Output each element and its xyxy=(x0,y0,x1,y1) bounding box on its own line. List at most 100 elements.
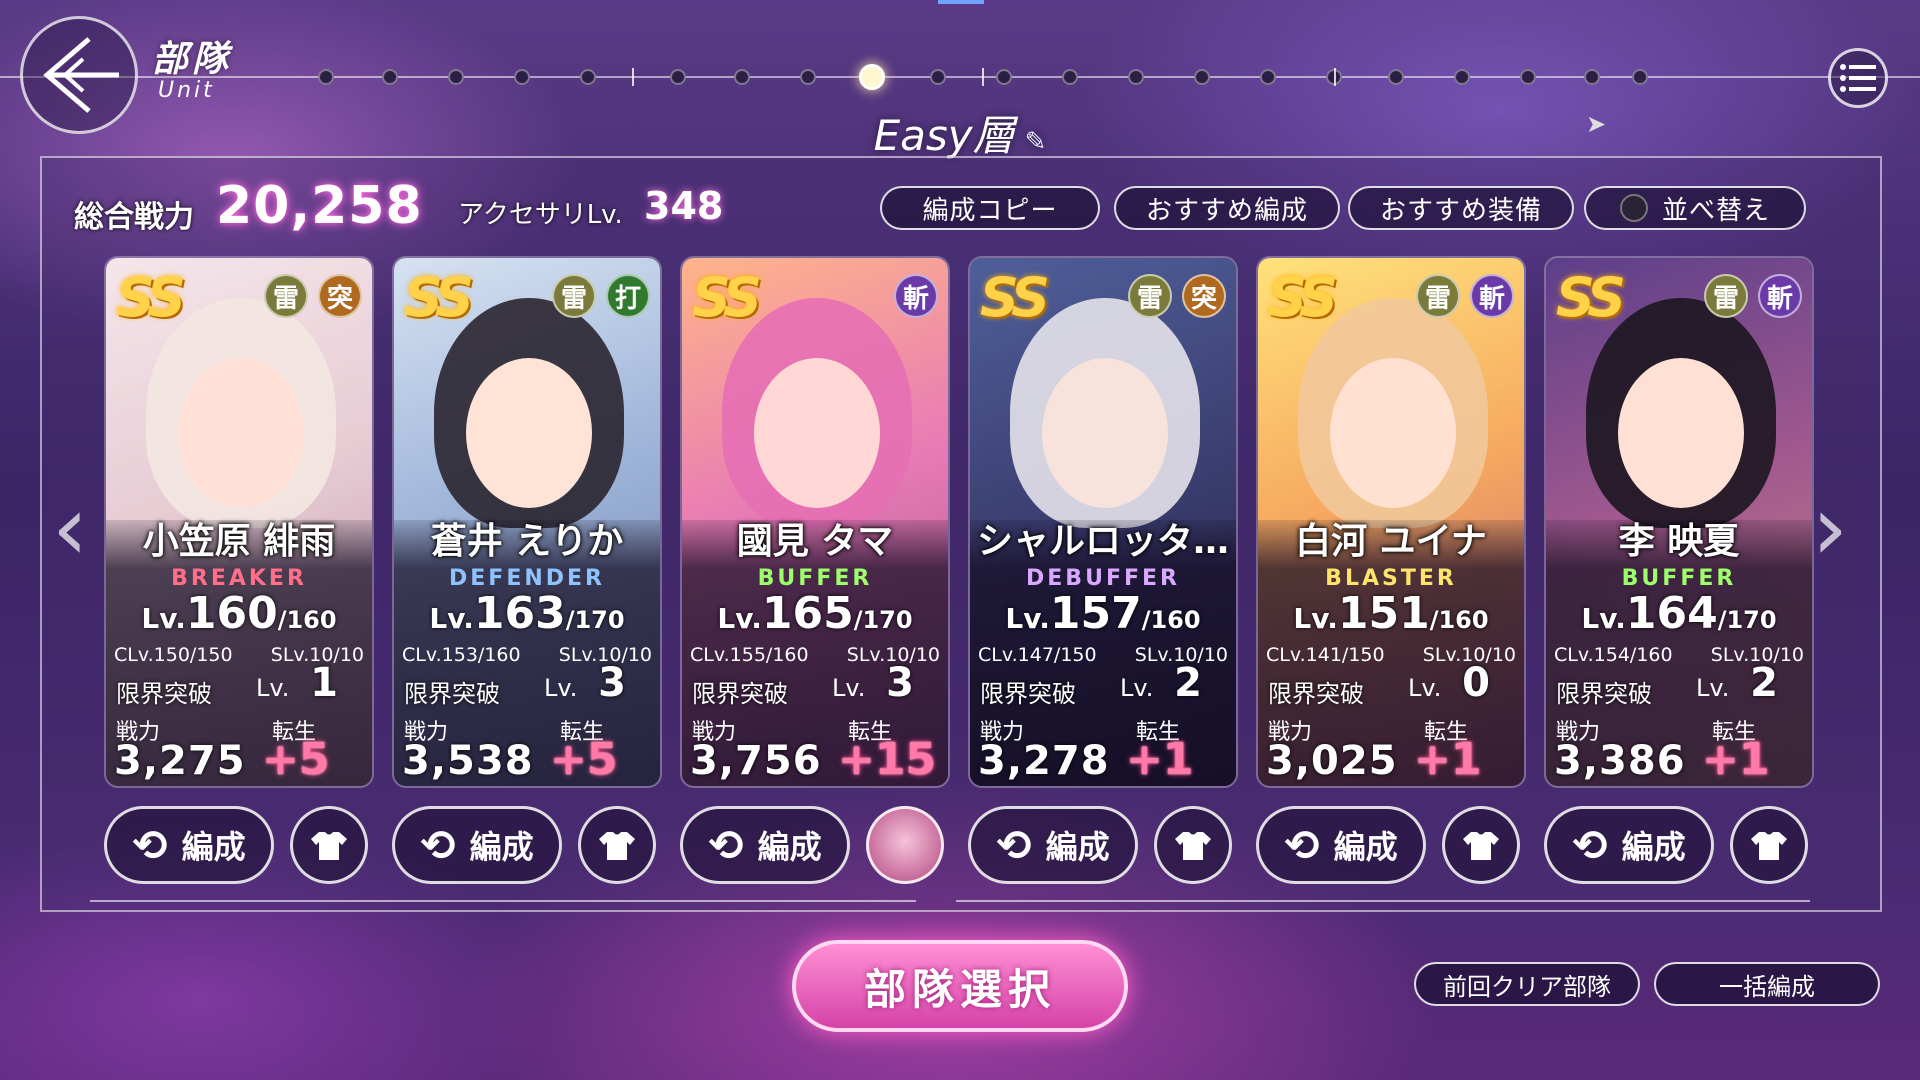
attribute-tag: 斬 xyxy=(1470,274,1514,318)
unit-name: シャルロッタ… xyxy=(976,521,1229,562)
copy-team-button[interactable]: 編成コピー xyxy=(880,186,1100,230)
edit-unit-button[interactable]: ⟲ 編成 xyxy=(392,806,562,884)
limit-break-label: 限界突破 xyxy=(1268,680,1364,708)
costume-button[interactable] xyxy=(1154,806,1232,884)
costume-button[interactable] xyxy=(578,806,656,884)
unit-level: Lv.165/170 xyxy=(682,588,948,639)
unit-card[interactable]: SS 斬 國見 タマ BUFFER Lv.165/170 CLv.155/160… xyxy=(680,256,950,788)
last-clear-team-button[interactable]: 前回クリア部隊 xyxy=(1414,962,1640,1006)
edit-unit-button[interactable]: ⟲ 編成 xyxy=(968,806,1138,884)
rank-ss-badge: SS xyxy=(980,266,1050,329)
sort-toggle-switch[interactable] xyxy=(1619,194,1648,222)
stage-dot[interactable] xyxy=(1632,69,1648,85)
recommended-equip-button[interactable]: おすすめ装備 xyxy=(1348,186,1574,230)
costume-button[interactable] xyxy=(290,806,368,884)
level-prefix: Lv. xyxy=(1581,602,1626,635)
edit-unit-label: 編成 xyxy=(1045,828,1110,866)
unit-power: 3,538 xyxy=(402,738,534,784)
stage-label[interactable]: Easy層 ✎ xyxy=(0,102,1920,163)
stage-dot[interactable] xyxy=(734,69,750,85)
select-team-button[interactable]: 部隊選択 xyxy=(792,940,1128,1032)
unit-card[interactable]: SS 雷斬 白河 ユイナ BLASTER Lv.151/160 CLv.141/… xyxy=(1256,256,1526,788)
unit-level: Lv.160/160 xyxy=(106,588,372,639)
limit-break-value: 2 xyxy=(1750,660,1778,706)
recommended-team-button[interactable]: おすすめ編成 xyxy=(1114,186,1340,230)
stage-dot[interactable] xyxy=(1388,69,1404,85)
attribute-tag: 斬 xyxy=(894,274,938,318)
shirt-icon xyxy=(1463,832,1499,860)
attribute-tag: 雷 xyxy=(264,274,308,318)
edit-unit-button[interactable]: ⟲ 編成 xyxy=(680,806,850,884)
stage-dot[interactable] xyxy=(930,69,946,85)
swap-icon: ⟲ xyxy=(996,820,1032,870)
equipped-costume-button[interactable] xyxy=(866,806,944,884)
stage-dot[interactable] xyxy=(580,69,596,85)
limit-break-lv-prefix: Lv. xyxy=(832,674,866,702)
unit-power: 3,386 xyxy=(1554,738,1686,784)
copy-team-label: 編成コピー xyxy=(922,195,1058,226)
unit-rebirth: +1 xyxy=(1414,734,1482,785)
edit-unit-button[interactable]: ⟲ 編成 xyxy=(104,806,274,884)
page-subtitle: Unit xyxy=(158,78,215,103)
stage-dot[interactable] xyxy=(1194,69,1210,85)
level-max: /160 xyxy=(1141,606,1201,634)
level-max: /170 xyxy=(565,606,625,634)
edit-unit-button[interactable]: ⟲ 編成 xyxy=(1256,806,1426,884)
prev-arrow-icon[interactable]: ‹ xyxy=(52,476,88,581)
stage-dot[interactable] xyxy=(318,69,334,85)
level-prefix: Lv. xyxy=(717,602,762,635)
sort-toggle-button[interactable]: 並べ替え xyxy=(1584,186,1806,230)
unit-name: 白河 ユイナ xyxy=(1295,521,1487,562)
stage-dot-current[interactable] xyxy=(859,64,885,90)
costume-button[interactable] xyxy=(1730,806,1808,884)
stage-divider-tick xyxy=(632,68,634,86)
rank-ss-badge: SS xyxy=(1268,266,1338,329)
attribute-tag: 突 xyxy=(1182,274,1226,318)
stage-dot[interactable] xyxy=(382,69,398,85)
costume-button[interactable] xyxy=(1442,806,1520,884)
stage-dot[interactable] xyxy=(1520,69,1536,85)
total-power-label: 総合戦力 xyxy=(74,200,194,235)
stage-dot[interactable] xyxy=(1128,69,1144,85)
last-clear-team-label: 前回クリア部隊 xyxy=(1443,972,1611,1001)
stage-dot[interactable] xyxy=(670,69,686,85)
class-level: CLv.150/150 xyxy=(114,644,233,666)
stage-dot[interactable] xyxy=(448,69,464,85)
attribute-tag: 突 xyxy=(318,274,362,318)
unit-rebirth: +5 xyxy=(262,734,330,785)
level-value: 165 xyxy=(761,588,854,639)
list-menu-icon xyxy=(1840,64,1876,92)
stage-dot[interactable] xyxy=(1260,69,1276,85)
unit-level: Lv.151/160 xyxy=(1258,588,1524,639)
unit-rebirth: +15 xyxy=(838,734,937,785)
level-prefix: Lv. xyxy=(1293,602,1338,635)
unit-level: Lv.164/170 xyxy=(1546,588,1812,639)
unit-card[interactable]: SS 雷突 シャルロッタ… DEBUFFER Lv.157/160 CLv.14… xyxy=(968,256,1238,788)
rank-ss-badge: SS xyxy=(1556,266,1626,329)
unit-card[interactable]: SS 雷打 蒼井 えりか DEFENDER Lv.163/170 CLv.153… xyxy=(392,256,662,788)
menu-button[interactable] xyxy=(1828,48,1888,108)
stage-dot[interactable] xyxy=(996,69,1012,85)
level-prefix: Lv. xyxy=(141,602,186,635)
limit-break-value: 1 xyxy=(310,660,338,706)
unit-card[interactable]: SS 雷斬 李 映夏 BUFFER Lv.164/170 CLv.154/160… xyxy=(1544,256,1814,788)
bulk-edit-button[interactable]: 一括編成 xyxy=(1654,962,1880,1006)
stage-dot[interactable] xyxy=(514,69,530,85)
stage-dot[interactable] xyxy=(1062,69,1078,85)
edit-unit-label: 編成 xyxy=(1333,828,1398,866)
stage-dot[interactable] xyxy=(800,69,816,85)
stage-dot[interactable] xyxy=(1584,69,1600,85)
unit-card[interactable]: SS 雷突 小笠原 緋雨 BREAKER Lv.160/160 CLv.150/… xyxy=(104,256,374,788)
swap-icon: ⟲ xyxy=(420,820,456,870)
level-prefix: Lv. xyxy=(1005,602,1050,635)
pencil-icon[interactable]: ✎ xyxy=(1025,127,1047,157)
limit-break-label: 限界突破 xyxy=(116,680,212,708)
stage-dot[interactable] xyxy=(1454,69,1470,85)
unit-level: Lv.163/170 xyxy=(394,588,660,639)
edit-unit-button[interactable]: ⟲ 編成 xyxy=(1544,806,1714,884)
limit-break-value: 0 xyxy=(1462,660,1490,706)
page-scroll-line-2 xyxy=(956,900,1810,902)
shirt-icon xyxy=(311,832,347,860)
next-arrow-icon[interactable]: › xyxy=(1812,476,1848,581)
swap-icon: ⟲ xyxy=(1284,820,1320,870)
